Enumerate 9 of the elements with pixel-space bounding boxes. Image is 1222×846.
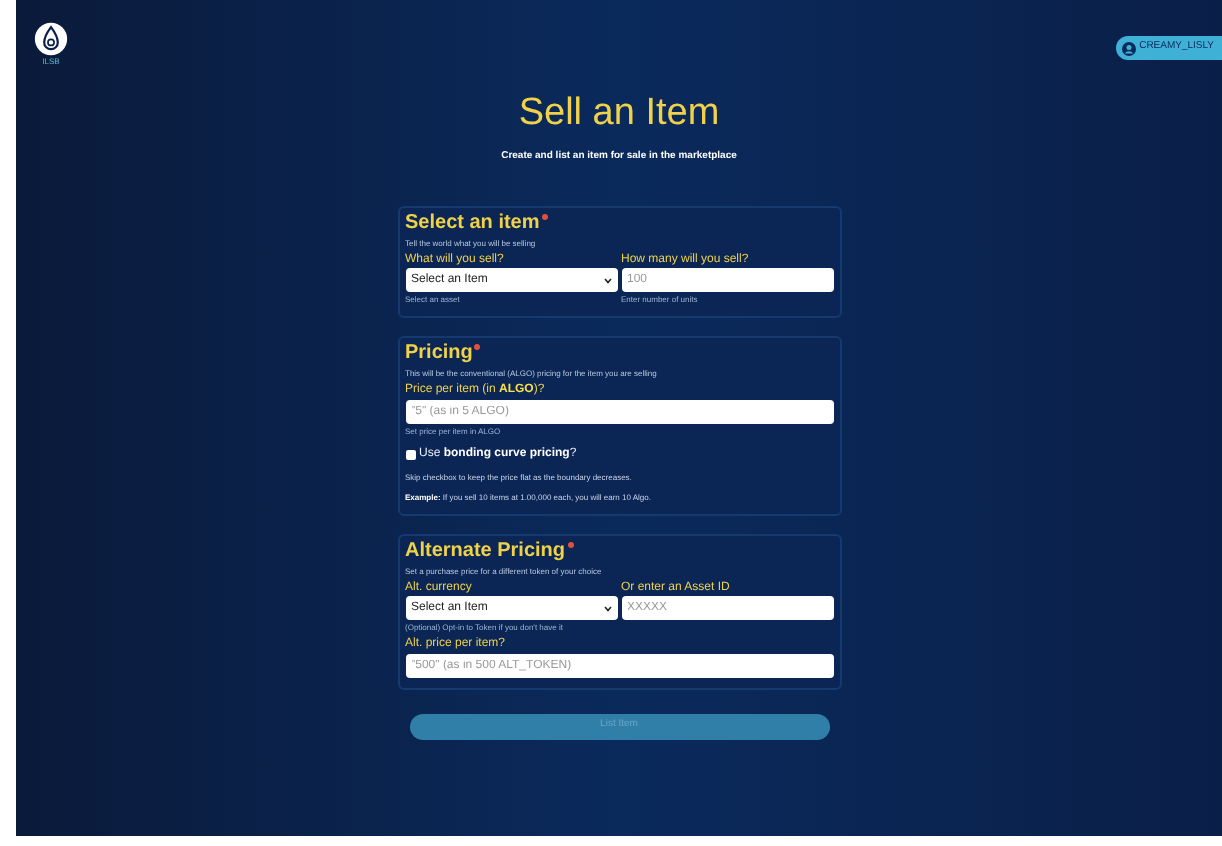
chevron-down-icon — [603, 605, 611, 611]
section-title: Pricing — [405, 344, 473, 364]
checkbox[interactable] — [405, 449, 415, 459]
user-icon — [1121, 41, 1136, 55]
chevron-down-icon — [603, 277, 611, 283]
logo-icon[interactable] — [34, 22, 68, 56]
section-title: Alternate Pricing — [405, 541, 566, 561]
page-title: Sell an Item — [518, 94, 720, 132]
section-title: Select an item — [405, 213, 540, 233]
